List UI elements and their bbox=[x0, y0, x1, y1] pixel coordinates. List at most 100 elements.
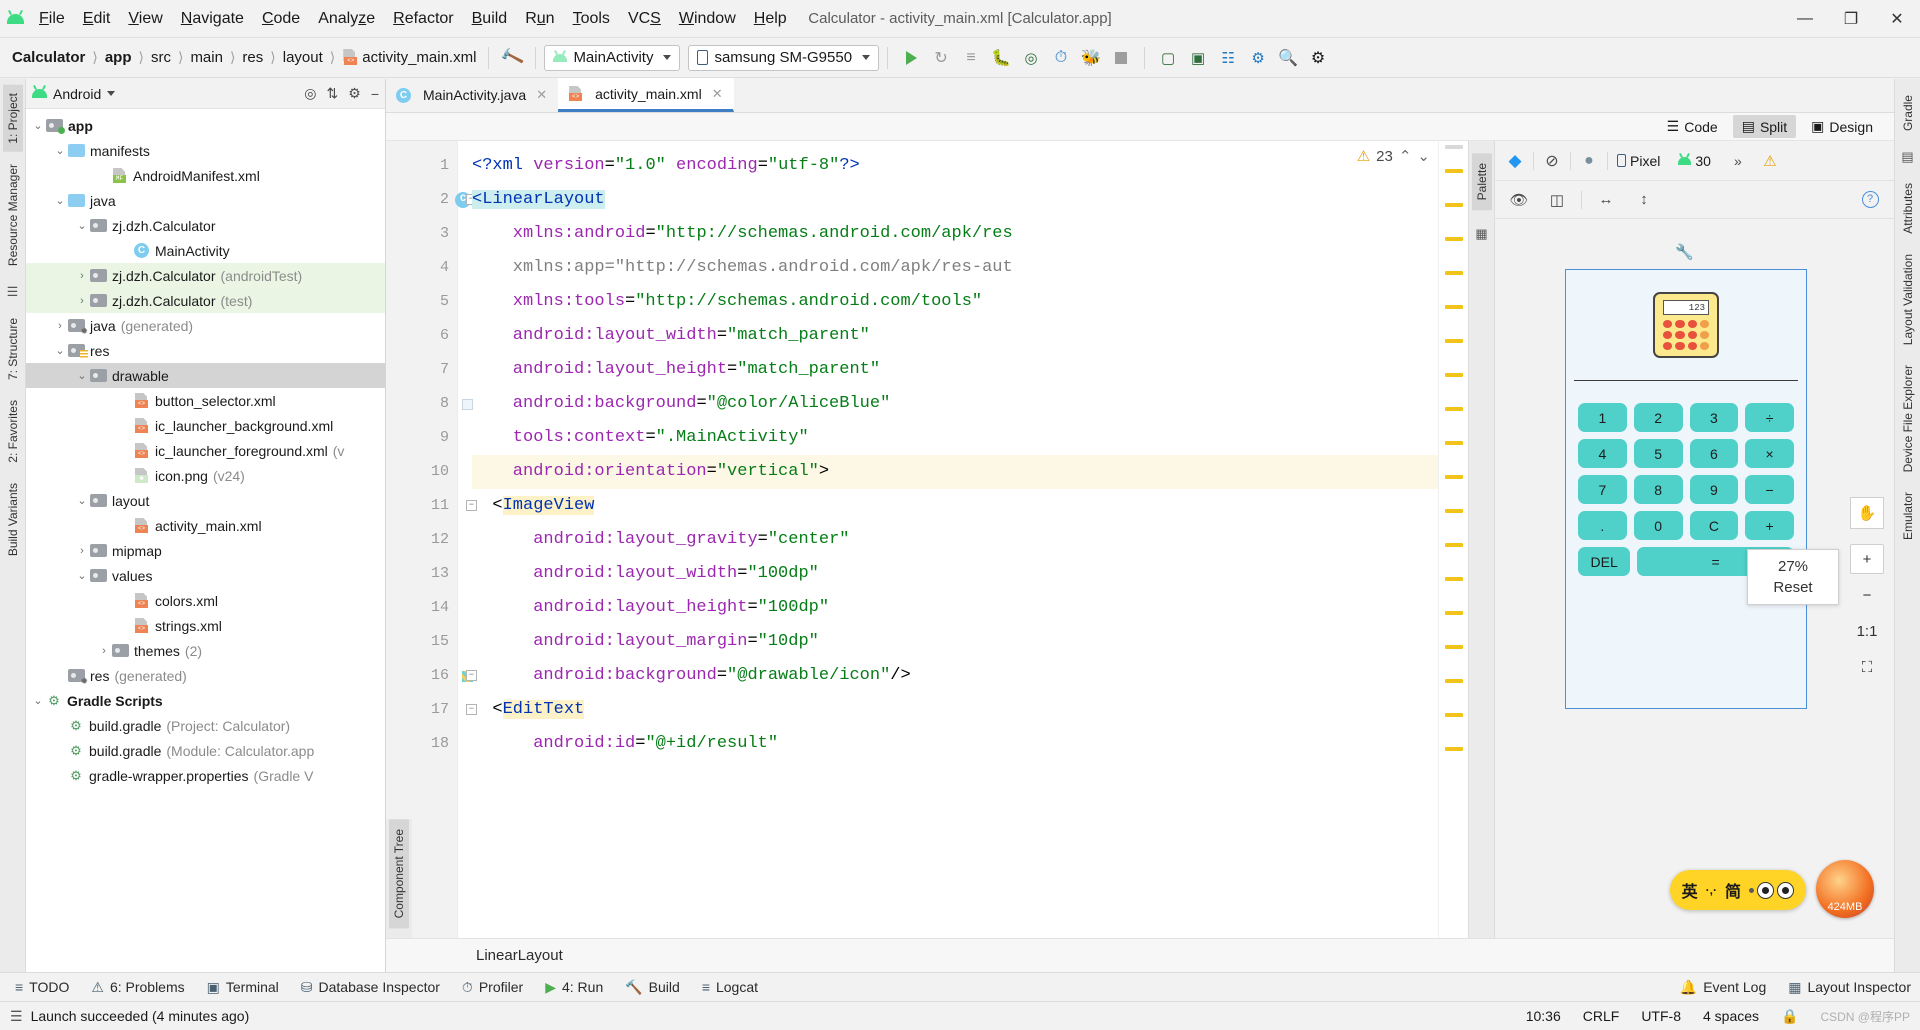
zoom-out-button[interactable]: − bbox=[1850, 580, 1884, 610]
code-line[interactable]: xmlns:tools="http://schemas.android.com/… bbox=[472, 285, 1438, 319]
chevron-down-icon[interactable]: ⌄ bbox=[30, 119, 46, 132]
line-number[interactable]: 3 bbox=[386, 217, 457, 251]
menu-vcs[interactable]: VCS bbox=[619, 6, 670, 32]
rerun-icon[interactable]: ↻ bbox=[926, 43, 956, 73]
marker-tick[interactable] bbox=[1445, 475, 1463, 479]
key-−[interactable]: − bbox=[1745, 475, 1794, 504]
bottom-tool-profiler[interactable]: ⏱Profiler bbox=[453, 975, 532, 1000]
tree-row[interactable]: ■icon.png(v24) bbox=[26, 463, 385, 488]
breadcrumb-res[interactable]: res bbox=[238, 47, 267, 68]
code-line[interactable]: <?xml version="1.0" encoding="utf-8"?> bbox=[472, 149, 1438, 183]
line-number[interactable]: 8 bbox=[386, 387, 457, 421]
key-0[interactable]: 0 bbox=[1634, 511, 1683, 540]
make-project-icon[interactable]: 🔨 bbox=[497, 43, 527, 73]
help-icon[interactable]: ? bbox=[1856, 187, 1884, 213]
zoom-expand-button[interactable]: ⛶ bbox=[1850, 652, 1884, 682]
line-number[interactable]: 12 bbox=[386, 523, 457, 557]
key-9[interactable]: 9 bbox=[1690, 475, 1739, 504]
chevron-down-icon[interactable]: ⌄ bbox=[74, 369, 90, 382]
tree-row[interactable]: ⚙gradle-wrapper.properties(Gradle V bbox=[26, 763, 385, 788]
tree-row[interactable]: <>activity_main.xml bbox=[26, 513, 385, 538]
tree-row[interactable]: ›mipmap bbox=[26, 538, 385, 563]
palette-tab[interactable]: Palette bbox=[1472, 153, 1492, 210]
bottom-tool-4-run[interactable]: ▶4: Run bbox=[536, 975, 612, 1000]
tree-row[interactable]: ⚙build.gradle(Project: Calculator) bbox=[26, 713, 385, 738]
run-configuration-selector[interactable]: MainActivity bbox=[544, 45, 680, 71]
menu-code[interactable]: Code bbox=[253, 6, 309, 32]
key-C[interactable]: C bbox=[1690, 511, 1739, 540]
chevron-down-icon[interactable]: ⌄ bbox=[52, 194, 68, 207]
chevron-right-icon[interactable]: › bbox=[52, 320, 68, 332]
line-number[interactable]: 2C− bbox=[386, 183, 457, 217]
marker-tick[interactable] bbox=[1445, 373, 1463, 377]
line-number[interactable]: 6 bbox=[386, 319, 457, 353]
orientation-icon[interactable]: ⊘ bbox=[1538, 148, 1566, 174]
search-icon[interactable]: 🔍 bbox=[1273, 43, 1303, 73]
window-controls[interactable]: — ❐ ✕ bbox=[1782, 0, 1920, 37]
warning-icon[interactable]: ⚠ bbox=[1756, 148, 1784, 174]
chevron-right-icon[interactable]: › bbox=[74, 270, 90, 282]
status-encoding[interactable]: UTF-8 bbox=[1641, 1008, 1681, 1024]
code-line[interactable]: <EditText bbox=[472, 693, 1438, 727]
marker-tick[interactable] bbox=[1445, 271, 1463, 275]
code-line[interactable]: android:layout_width="match_parent" bbox=[472, 319, 1438, 353]
horizontal-constraint-icon[interactable]: ↔ bbox=[1592, 187, 1620, 213]
marker-tick[interactable] bbox=[1445, 305, 1463, 309]
code-line[interactable]: android:orientation="vertical"> bbox=[472, 455, 1438, 489]
device-manager-icon[interactable]: ☷ bbox=[1213, 43, 1243, 73]
breadcrumb-src[interactable]: src bbox=[147, 47, 175, 68]
component-tree-tab[interactable]: Component Tree bbox=[386, 819, 412, 938]
bottom-tool-logcat[interactable]: ≡Logcat bbox=[693, 975, 767, 999]
marker-tick[interactable] bbox=[1445, 145, 1463, 149]
bottom-tool-todo[interactable]: ≡TODO bbox=[6, 975, 78, 999]
bottom-tool-6-problems[interactable]: ⚠6: Problems bbox=[82, 975, 193, 1000]
tree-row[interactable]: ⌄app bbox=[26, 113, 385, 138]
run-icon[interactable] bbox=[896, 43, 926, 73]
zoom-in-button[interactable]: + bbox=[1850, 544, 1884, 574]
marker-tick[interactable] bbox=[1445, 611, 1463, 615]
tree-row[interactable]: ›zj.dzh.Calculator(test) bbox=[26, 288, 385, 313]
chevron-down-icon[interactable]: ⌄ bbox=[74, 494, 90, 507]
theme-icon[interactable]: ● bbox=[1575, 148, 1603, 174]
navigation-toolbar[interactable]: Calculator ⟩ app ⟩ src ⟩ main ⟩ res ⟩ la… bbox=[0, 38, 1920, 78]
status-lock-icon[interactable]: 🔒 bbox=[1781, 1008, 1798, 1025]
vertical-constraint-icon[interactable]: ↕ bbox=[1630, 187, 1658, 213]
menu-run[interactable]: Run bbox=[516, 6, 563, 32]
line-number[interactable]: 10 bbox=[386, 455, 457, 489]
sdk-manager-icon[interactable]: ▣ bbox=[1183, 43, 1213, 73]
chevron-right-icon[interactable]: › bbox=[74, 545, 90, 557]
menu-refactor[interactable]: Refactor bbox=[384, 6, 462, 32]
mode-code-button[interactable]: ☰ Code bbox=[1658, 115, 1727, 138]
sidebar-tab-structure[interactable]: 7: Structure bbox=[3, 310, 23, 388]
sidebar-tab-device-file-explorer[interactable]: Device File Explorer bbox=[1898, 357, 1918, 480]
editor-tab-activity-main-xml[interactable]: <> activity_main.xml ✕ bbox=[558, 78, 734, 112]
attach-debugger-icon[interactable]: ◎ bbox=[1016, 43, 1046, 73]
key-2[interactable]: 2 bbox=[1634, 403, 1683, 432]
pan-hand-icon[interactable]: ✋ bbox=[1850, 497, 1884, 529]
line-number[interactable]: 17− bbox=[386, 693, 457, 727]
mode-design-button[interactable]: ▣ Design bbox=[1802, 115, 1882, 138]
marker-tick[interactable] bbox=[1445, 509, 1463, 513]
tree-row[interactable]: CMainActivity bbox=[26, 238, 385, 263]
sidebar-tab-attributes[interactable]: Attributes bbox=[1898, 175, 1918, 242]
left-tool-strip[interactable]: 1: Project Resource Manager ☰ 7: Structu… bbox=[0, 79, 26, 972]
menu-analyze[interactable]: Analyze bbox=[309, 6, 384, 32]
project-panel-header[interactable]: Android ◎ ⇅ ⚙ − bbox=[26, 79, 385, 109]
bottom-tool-event-log[interactable]: 🔔Event Log bbox=[1671, 975, 1776, 1000]
marker-tick[interactable] bbox=[1445, 577, 1463, 581]
key-5[interactable]: 5 bbox=[1634, 439, 1683, 468]
editor-breadcrumb-linearlayout[interactable]: LinearLayout bbox=[476, 947, 563, 964]
code-line[interactable]: android:layout_height="100dp" bbox=[472, 591, 1438, 625]
code-line[interactable]: <ImageView bbox=[472, 489, 1438, 523]
key-+[interactable]: + bbox=[1745, 511, 1794, 540]
marker-strip[interactable] bbox=[1438, 141, 1468, 938]
project-tree[interactable]: ⌄app⌄manifestsMFAndroidManifest.xml⌄java… bbox=[26, 109, 385, 972]
bottom-tool-database-inspector[interactable]: ⛁Database Inspector bbox=[292, 975, 449, 1000]
design-preview-panel[interactable]: ◆ ⊘ ● Pixel 30 » bbox=[1494, 141, 1894, 938]
close-tab-icon[interactable]: ✕ bbox=[536, 87, 547, 103]
code-line[interactable]: android:background="@color/AliceBlue" bbox=[472, 387, 1438, 421]
breadcrumb-layout[interactable]: layout bbox=[279, 47, 327, 68]
key-.[interactable]: . bbox=[1578, 511, 1627, 540]
line-number[interactable]: 1 bbox=[386, 149, 457, 183]
key-del[interactable]: DEL bbox=[1578, 547, 1630, 576]
